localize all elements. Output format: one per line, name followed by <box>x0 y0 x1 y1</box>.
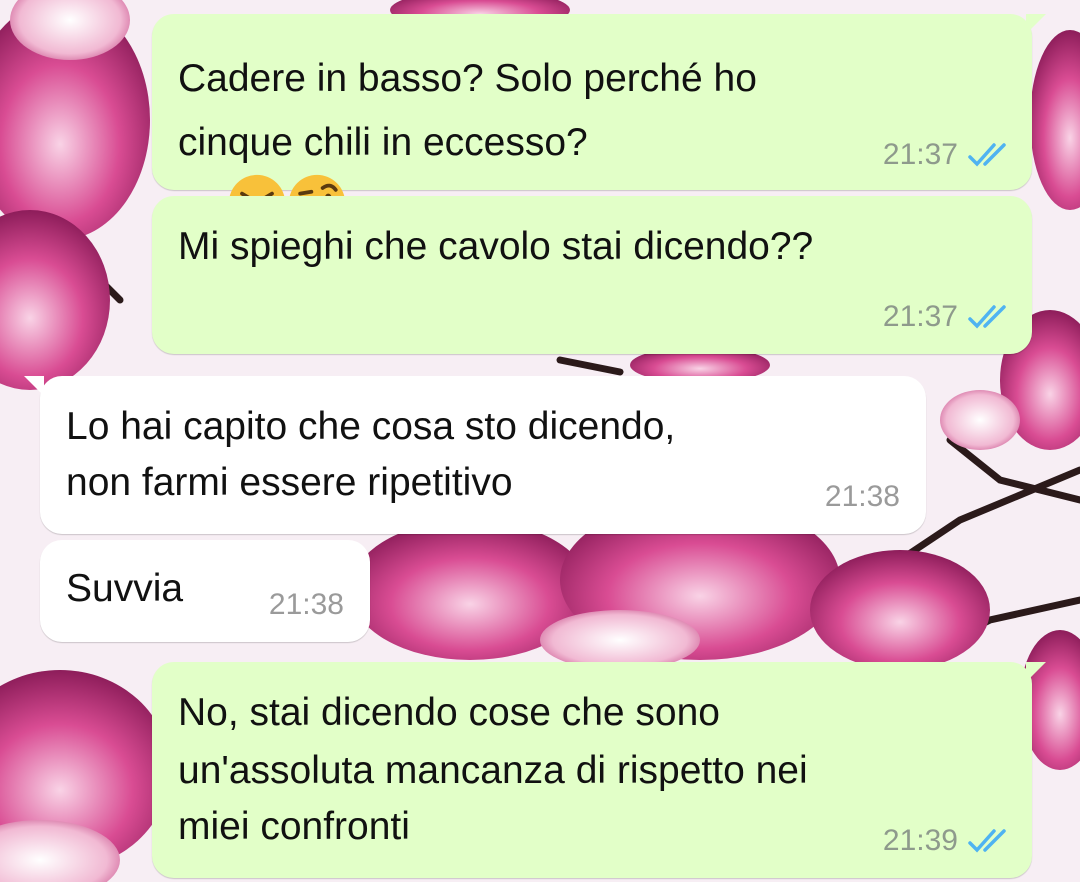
message-meta: 21:39 <box>883 824 1014 858</box>
message-bubble-outgoing[interactable]: No, stai dicendo cose che sono un'assolu… <box>152 662 1046 878</box>
message-bubble-incoming[interactable]: Lo hai capito che cosa sto dicendo, non … <box>24 376 926 534</box>
message-line: No, stai dicendo cose che sono <box>178 691 721 734</box>
message-line: Suvvia <box>66 567 184 610</box>
message-bubble-outgoing[interactable]: Mi spieghi che cavolo stai dicendo?? 21:… <box>152 196 1032 354</box>
timestamp: 21:37 <box>882 138 958 171</box>
message-bubble-incoming[interactable]: Suvvia 21:38 <box>40 540 370 642</box>
bubble-tail <box>1026 662 1046 682</box>
message-meta: 21:37 <box>883 300 1014 334</box>
timestamp: 21:37 <box>882 300 958 333</box>
message-line: Mi spieghi che cavolo stai dicendo?? <box>178 225 814 268</box>
timestamp: 21:38 <box>268 588 344 621</box>
message-line: un'assoluta mancanza di rispetto nei <box>178 749 808 792</box>
bubble-tail <box>1026 14 1046 34</box>
message-line: cinque chili in eccesso? <box>178 121 588 164</box>
message-bubble-outgoing[interactable]: Cadere in basso? Solo perché ho cinque c… <box>152 14 1046 231</box>
message-line: non farmi essere ripetitivo <box>66 461 513 504</box>
message-meta: 21:38 <box>825 480 900 514</box>
double-check-read-icon <box>968 829 1006 853</box>
message-line: Cadere in basso? Solo perché ho <box>178 57 757 100</box>
bubble-tail <box>24 376 44 396</box>
double-check-read-icon <box>968 143 1006 167</box>
message-meta: 21:38 <box>269 588 344 622</box>
timestamp: 21:38 <box>824 480 900 513</box>
timestamp: 21:39 <box>882 824 958 857</box>
message-line: miei confronti <box>178 805 410 848</box>
double-check-read-icon <box>968 305 1006 329</box>
message-line: Lo hai capito che cosa sto dicendo, <box>66 405 676 448</box>
message-meta: 21:37 <box>883 138 1014 172</box>
